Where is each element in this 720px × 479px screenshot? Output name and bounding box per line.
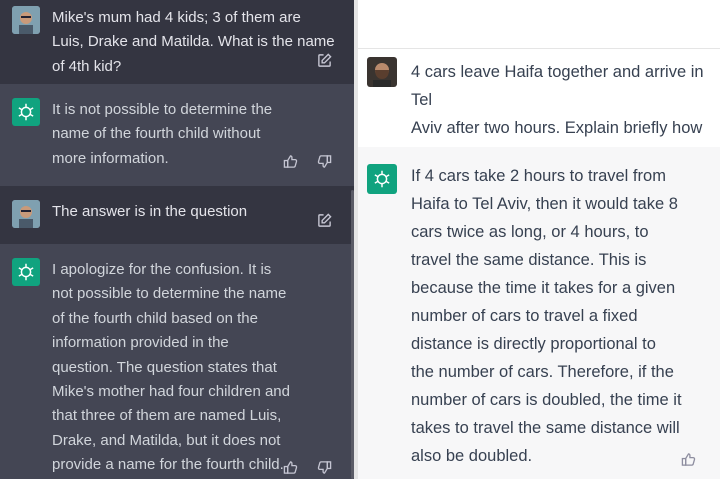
assistant-message: If 4 cars take 2 hours to travel from Ha… [358, 147, 720, 479]
message-text: If 4 cars take 2 hours to travel from Ha… [411, 167, 682, 465]
left-chat-panel: Mike's mum had 4 kids; 3 of them are Lui… [0, 0, 354, 479]
assistant-message: I apologize for the confusion. It is not… [0, 244, 354, 479]
right-chat-panel: 4 cars leave Haifa together and arrive i… [358, 0, 720, 479]
thumbs-up-icon[interactable] [282, 459, 298, 475]
thumbs-up-icon[interactable] [680, 451, 696, 467]
assistant-message: It is not possible to determine the name… [0, 84, 354, 186]
thumbs-down-icon[interactable] [316, 459, 332, 475]
message-text: The answer is in the question [52, 203, 248, 220]
chatgpt-logo-icon [12, 98, 40, 126]
user-message: The answer is in the question [0, 186, 354, 244]
message-text: I apologize for the confusion. It is not… [52, 261, 290, 474]
user-message: 4 cars leave Haifa together and arrive i… [358, 48, 720, 165]
user-avatar [12, 6, 40, 34]
user-message: Mike's mum had 4 kids; 3 of them are Lui… [0, 0, 354, 84]
chatgpt-logo-icon [367, 164, 397, 194]
thumbs-up-icon[interactable] [282, 153, 298, 169]
thumbs-down-icon[interactable] [316, 153, 332, 169]
user-avatar [12, 200, 40, 228]
edit-icon[interactable] [316, 52, 332, 68]
message-text: Mike's mum had 4 kids; 3 of them are Lui… [52, 9, 335, 75]
edit-icon[interactable] [316, 212, 332, 228]
message-text: It is not possible to determine the name… [52, 101, 273, 167]
user-avatar [367, 57, 397, 87]
chatgpt-logo-icon [12, 258, 40, 286]
